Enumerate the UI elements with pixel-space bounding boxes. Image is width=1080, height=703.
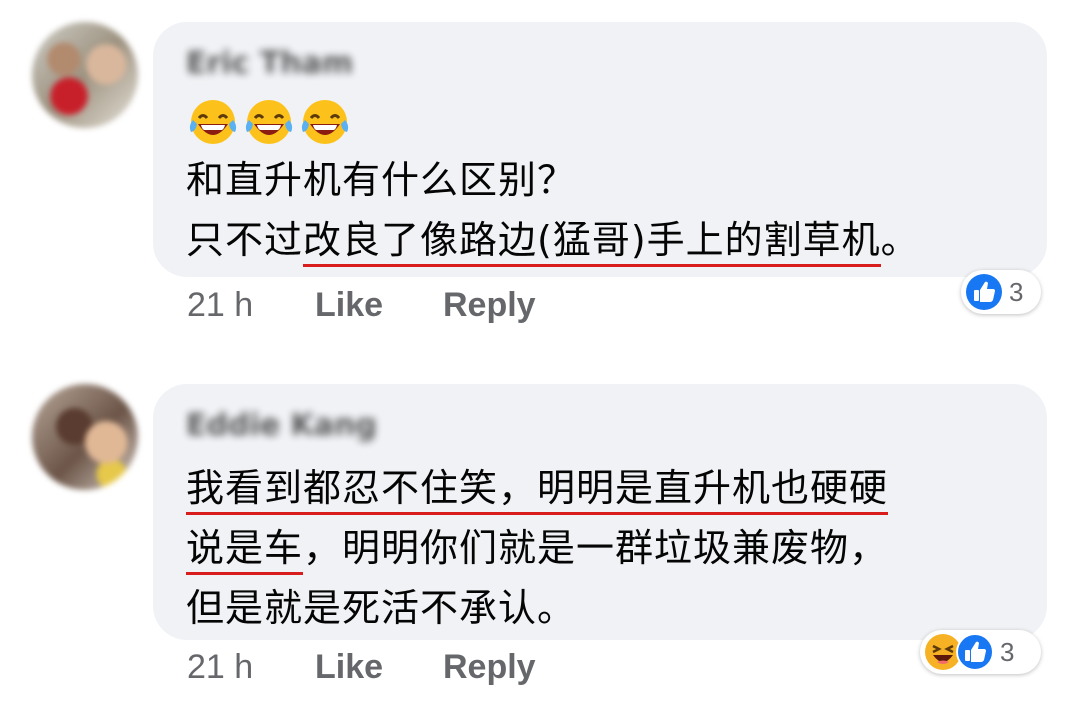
like-reaction-icon <box>956 633 994 671</box>
emoji-row <box>186 94 1015 150</box>
comment-text-line: 我看到都忍不住笑，明明是直升机也硬硬 <box>186 458 1015 518</box>
reply-button[interactable]: Reply <box>443 286 536 325</box>
comment-bubble: Eric Tham 和直升机有什么区别？ 只不过改良了像路边(猛哥)手上的割草机… <box>153 22 1047 277</box>
comment-1: Eric Tham 和直升机有什么区别？ 只不过改良了像路边(猛哥)手上的割草机… <box>0 0 1080 350</box>
comment-bubble: Eddie Kang 我看到都忍不住笑，明明是直升机也硬硬 说是车，明明你们就是… <box>153 384 1047 640</box>
underlined-text: 说是车 <box>186 526 304 575</box>
laughing-tears-icon <box>245 100 293 144</box>
laughing-tears-icon <box>189 100 237 144</box>
text-segment: 只不过 <box>186 218 304 262</box>
reaction-summary[interactable]: 3 <box>961 270 1041 314</box>
reaction-summary[interactable]: 3 <box>920 630 1041 674</box>
comment-actions: 21 h Like Reply <box>187 648 536 687</box>
reaction-count: 3 <box>1000 636 1015 667</box>
comment-text-line: 只不过改良了像路边(猛哥)手上的割草机。 <box>186 210 1015 270</box>
timestamp[interactable]: 21 h <box>187 648 315 687</box>
underlined-text: 我看到都忍不住笑，明明是直升机也硬硬 <box>186 466 889 515</box>
text-segment: 和直升机有什么区别？ <box>186 158 577 202</box>
avatar[interactable] <box>32 22 138 128</box>
like-reaction-icon <box>966 274 1002 310</box>
comment-2: Eddie Kang 我看到都忍不住笑，明明是直升机也硬硬 说是车，明明你们就是… <box>0 362 1080 703</box>
text-segment: 但是就是死活不承认。 <box>186 586 577 630</box>
comment-text-line: 但是就是死活不承认。 <box>186 578 1015 638</box>
like-button[interactable]: Like <box>315 648 443 687</box>
reaction-count: 3 <box>1009 276 1024 307</box>
like-button[interactable]: Like <box>315 286 443 325</box>
author-name[interactable]: Eddie Kang <box>186 406 377 446</box>
timestamp[interactable]: 21 h <box>187 286 315 325</box>
underlined-text: 改良了像路边(猛哥)手上的割草机 <box>303 218 881 267</box>
text-segment: 。 <box>880 218 920 262</box>
avatar[interactable] <box>32 384 138 490</box>
comment-text-line: 说是车，明明你们就是一群垃圾兼废物， <box>186 518 1015 578</box>
author-name[interactable]: Eric Tham <box>186 44 353 84</box>
laughing-tears-icon <box>301 100 349 144</box>
comment-actions: 21 h Like Reply <box>187 286 536 325</box>
text-segment: ，明明你们就是一群垃圾兼废物， <box>303 526 889 570</box>
comment-text-line: 和直升机有什么区别？ <box>186 150 1015 210</box>
reply-button[interactable]: Reply <box>443 648 536 687</box>
